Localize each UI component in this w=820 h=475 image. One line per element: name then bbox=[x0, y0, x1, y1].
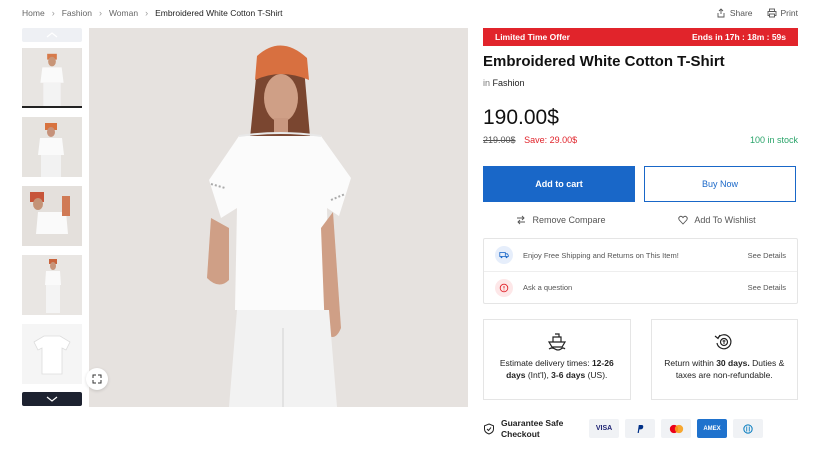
print-icon bbox=[767, 8, 776, 18]
share-label: Share bbox=[729, 8, 753, 18]
thumbnail-1[interactable] bbox=[22, 48, 82, 108]
chevron-right-icon: › bbox=[98, 8, 102, 18]
paypal-icon bbox=[625, 419, 655, 439]
thumbnail-scroll-down-button[interactable] bbox=[22, 392, 82, 406]
breadcrumb-fashion[interactable]: Fashion bbox=[62, 8, 92, 18]
print-label: Print bbox=[780, 8, 798, 18]
diners-club-icon bbox=[733, 419, 763, 439]
truck-icon bbox=[495, 246, 513, 264]
limited-offer-banner: Limited Time Offer Ends in 17h : 18m : 5… bbox=[483, 28, 798, 46]
delivery-info-card: Estimate delivery times: 12-26 days (Int… bbox=[483, 319, 631, 400]
breadcrumb-woman[interactable]: Woman bbox=[109, 8, 138, 18]
countdown-hours: 17h bbox=[725, 32, 740, 42]
fullscreen-button[interactable] bbox=[86, 368, 108, 390]
product-thumbnail-image bbox=[23, 48, 81, 106]
product-title: Embroidered White Cotton T-Shirt bbox=[483, 53, 725, 70]
delivery-text: Estimate delivery times: 12-26 days (Int… bbox=[499, 358, 614, 380]
shield-icon bbox=[484, 423, 494, 435]
thumbnail-4[interactable] bbox=[22, 255, 82, 315]
share-icon bbox=[717, 8, 725, 18]
chevron-down-icon bbox=[46, 396, 58, 402]
offer-label: Limited Time Offer bbox=[495, 32, 570, 42]
add-to-wishlist-label: Add To Wishlist bbox=[694, 215, 756, 225]
buy-now-button[interactable]: Buy Now bbox=[644, 166, 796, 202]
offer-countdown: Ends in 17h : 18m : 59s bbox=[691, 32, 786, 42]
compare-arrows-icon bbox=[517, 215, 526, 225]
safe-checkout: Guarantee Safe Checkout VISA AMEX bbox=[483, 418, 798, 439]
add-to-wishlist-button[interactable]: Add To Wishlist bbox=[639, 215, 795, 225]
thumbnail-3[interactable] bbox=[22, 186, 82, 246]
ship-icon bbox=[547, 333, 566, 351]
expand-icon bbox=[92, 374, 102, 384]
chevron-right-icon: › bbox=[51, 8, 55, 18]
product-price: 190.00$ bbox=[483, 106, 559, 129]
savings-amount: Save: 29.00$ bbox=[524, 135, 578, 145]
price-details: 219.00$ Save: 29.00$ 100 in stock bbox=[483, 135, 798, 145]
product-thumbnail-image bbox=[22, 117, 82, 177]
original-price: 219.00$ bbox=[483, 135, 516, 145]
chevron-up-icon bbox=[46, 32, 58, 38]
product-thumbnail-image bbox=[22, 255, 82, 315]
product-photo bbox=[89, 28, 468, 407]
question-see-details-link[interactable]: See Details bbox=[748, 283, 786, 292]
countdown-seconds: 59s bbox=[771, 32, 786, 42]
chevron-right-icon: › bbox=[145, 8, 149, 18]
thumbnail-scroll-up-button[interactable] bbox=[22, 28, 82, 42]
product-thumbnail-image bbox=[22, 324, 82, 384]
question-icon bbox=[495, 278, 513, 297]
ask-question-text: Ask a question bbox=[523, 283, 573, 292]
thumbnail-5[interactable] bbox=[22, 324, 82, 384]
breadcrumb: Home › Fashion › Woman › Embroidered Whi… bbox=[22, 8, 282, 18]
remove-compare-button[interactable]: Remove Compare bbox=[483, 215, 639, 225]
countdown-minutes: 18m bbox=[747, 32, 765, 42]
product-category: in Fashion bbox=[483, 78, 525, 88]
checkout-label: Guarantee Safe Checkout bbox=[501, 418, 564, 439]
thumbnail-gallery bbox=[22, 28, 83, 406]
return-icon bbox=[714, 334, 732, 350]
returns-info-card: Return within 30 days. Duties & taxes ar… bbox=[650, 319, 798, 400]
breadcrumb-home[interactable]: Home bbox=[22, 8, 45, 18]
share-button[interactable]: Share bbox=[716, 8, 753, 18]
shipping-info-row[interactable]: Enjoy Free Shipping and Returns on This … bbox=[484, 239, 797, 271]
info-box: Enjoy Free Shipping and Returns on This … bbox=[483, 238, 798, 304]
print-button[interactable]: Print bbox=[767, 8, 798, 18]
main-product-image[interactable] bbox=[89, 28, 468, 407]
shipping-info-text: Enjoy Free Shipping and Returns on This … bbox=[523, 250, 679, 260]
thumbnail-2[interactable] bbox=[22, 117, 82, 177]
heart-icon bbox=[678, 215, 689, 225]
shipping-see-details-link[interactable]: See Details bbox=[748, 251, 786, 260]
category-link[interactable]: Fashion bbox=[493, 78, 525, 88]
product-details-panel: Limited Time Offer Ends in 17h : 18m : 5… bbox=[483, 28, 798, 439]
add-to-cart-button[interactable]: Add to cart bbox=[483, 166, 635, 202]
returns-text: Return within 30 days. Duties & taxes ar… bbox=[664, 358, 785, 380]
ask-question-row[interactable]: Ask a question See Details bbox=[484, 271, 797, 303]
mastercard-icon bbox=[661, 419, 691, 439]
stock-status: 100 in stock bbox=[749, 135, 798, 145]
breadcrumb-current: Embroidered White Cotton T-Shirt bbox=[155, 8, 283, 18]
product-thumbnail-image bbox=[22, 186, 82, 246]
remove-compare-label: Remove Compare bbox=[532, 215, 606, 225]
visa-icon: VISA bbox=[589, 419, 619, 439]
amex-icon: AMEX bbox=[697, 419, 727, 439]
top-actions: Share Print bbox=[716, 8, 798, 18]
